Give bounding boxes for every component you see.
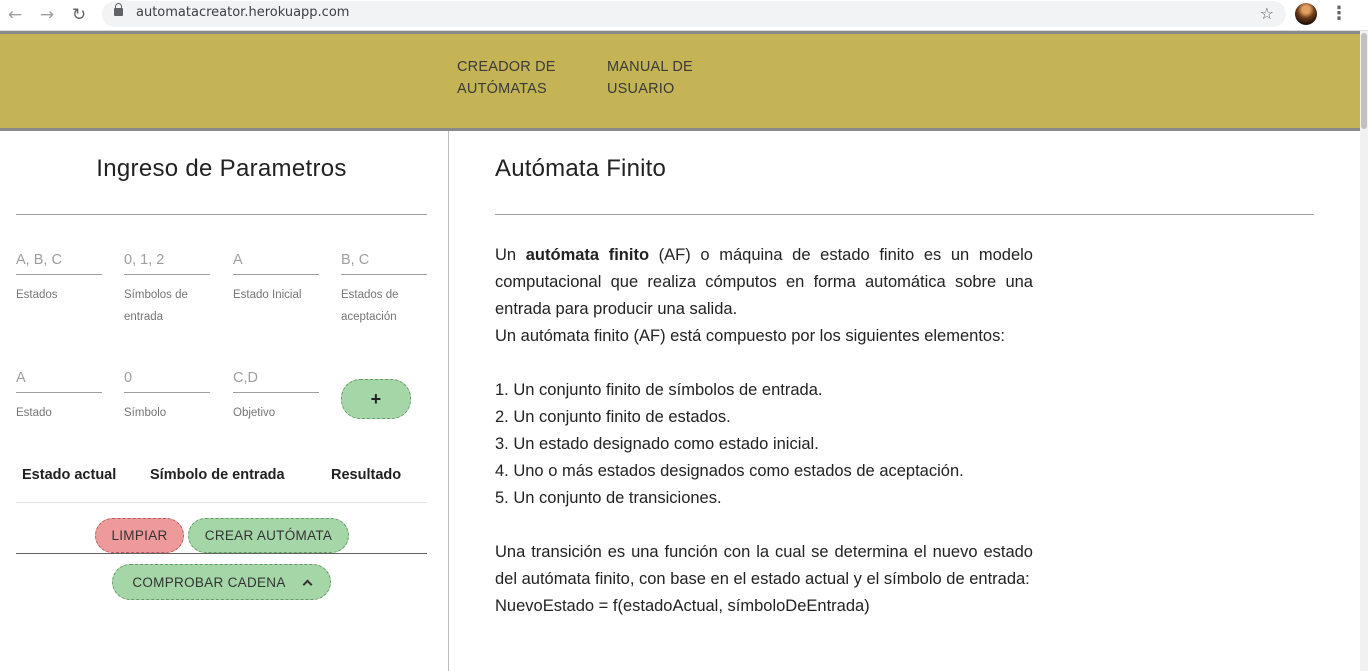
site-header: CREADOR DE AUTÓMATAS MANUAL DE USUARIO [0,31,1360,131]
list-item: 3. Un estado designado como estado inici… [495,435,819,453]
nav-creador-line1: CREADOR DE [457,59,556,75]
transition-symbol-field: Símbolo [124,363,210,424]
info-title-divider [495,214,1314,215]
nav-creador-automatas[interactable]: CREADOR DE AUTÓMATAS [457,56,587,100]
info-content: Un autómata finito (AF) o máquina de est… [495,242,1033,620]
transition-symbol-label: Símbolo [124,407,167,419]
profile-avatar[interactable] [1295,3,1317,25]
accepting-states-label: Estados de aceptación [341,289,399,323]
initial-state-input[interactable] [233,245,319,275]
list-item: 5. Un conjunto de transiciones. [495,489,722,507]
info-panel: Autómata Finito Un autómata finito (AF) … [449,131,1360,671]
info-title: Autómata Finito [495,155,667,182]
states-input[interactable] [16,245,102,275]
transition-state-label: Estado [16,407,52,419]
plus-icon: + [370,388,382,409]
page-scrollbar[interactable] [1360,31,1368,671]
transition-state-field: Estado [16,363,102,424]
nav-creador-line2: AUTÓMATAS [457,81,547,97]
check-string-button[interactable]: COMPROBAR CADENA [112,564,331,600]
browser-menu-icon[interactable]: ⋮ [1330,3,1348,25]
transition-target-input[interactable] [233,363,319,393]
col-simbolo-entrada: Símbolo de entrada [150,467,285,483]
reload-icon[interactable]: ↻ [68,4,90,26]
col-resultado: Resultado [331,467,402,483]
nav-manual-usuario[interactable]: MANUAL DE USUARIO [607,56,737,100]
nav-manual-line2: USUARIO [607,81,675,97]
table-header-divider [16,502,427,503]
list-item: 2. Un conjunto finito de estados. [495,408,731,426]
parameters-title: Ingreso de Parametros [96,155,347,182]
add-transition-button[interactable]: + [341,379,411,419]
transition-state-input[interactable] [16,363,102,393]
chevron-up-icon [302,579,313,590]
bookmark-star-icon[interactable]: ☆ [1260,4,1274,23]
address-bar[interactable]: automatacreator.herokuapp.com ☆ [102,1,1286,27]
parameters-panel: Ingreso de Parametros Estados Símbolos d… [0,131,448,671]
title-divider [16,214,427,215]
accepting-states-input[interactable] [341,245,427,275]
nav-manual-line1: MANUAL DE [607,59,693,75]
input-symbols-label: Símbolos de entrada [124,289,188,323]
browser-toolbar: ← → ↻ automatacreator.herokuapp.com ☆ ⋮ [0,0,1368,31]
list-item: 4. Uno o más estados designados como est… [495,462,964,480]
intro-bold-term: autómata finito [525,246,650,264]
lock-icon [114,3,123,16]
transition-target-label: Objetivo [233,407,276,419]
col-estado-actual: Estado actual [22,467,117,483]
accepting-states-field: Estados de aceptación [341,245,427,328]
input-symbols-input[interactable] [124,245,210,275]
input-symbols-field: Símbolos de entrada [124,245,210,328]
composed-paragraph: Un autómata finito (AF) está compuesto p… [495,327,1005,345]
scrollbar-thumb[interactable] [1361,33,1367,129]
states-field: Estados [16,245,102,306]
address-url[interactable]: automatacreator.herokuapp.com [136,5,349,20]
clear-button[interactable]: LIMPIAR [95,518,184,553]
transition-formula: NuevoEstado = f(estadoActual, símboloDeE… [495,597,870,615]
create-automaton-button[interactable]: CREAR AUTÓMATA [188,518,349,553]
states-label: Estados [16,289,58,301]
transition-target-field: Objetivo [233,363,319,424]
initial-state-label: Estado Inicial [233,289,302,301]
transition-symbol-input[interactable] [124,363,210,393]
back-arrow-icon[interactable]: ← [4,4,26,26]
list-item: 1. Un conjunto finito de símbolos de ent… [495,381,823,399]
initial-state-field: Estado Inicial [233,245,319,306]
transition-paragraph: Una transición es una función con la cua… [495,543,1033,588]
intro-prefix: Un [495,246,526,264]
check-string-label: COMPROBAR CADENA [132,574,286,590]
actions-divider [16,553,427,554]
intro-paragraph: Un autómata finito (AF) o máquina de est… [495,242,1033,323]
forward-arrow-icon[interactable]: → [36,4,58,26]
